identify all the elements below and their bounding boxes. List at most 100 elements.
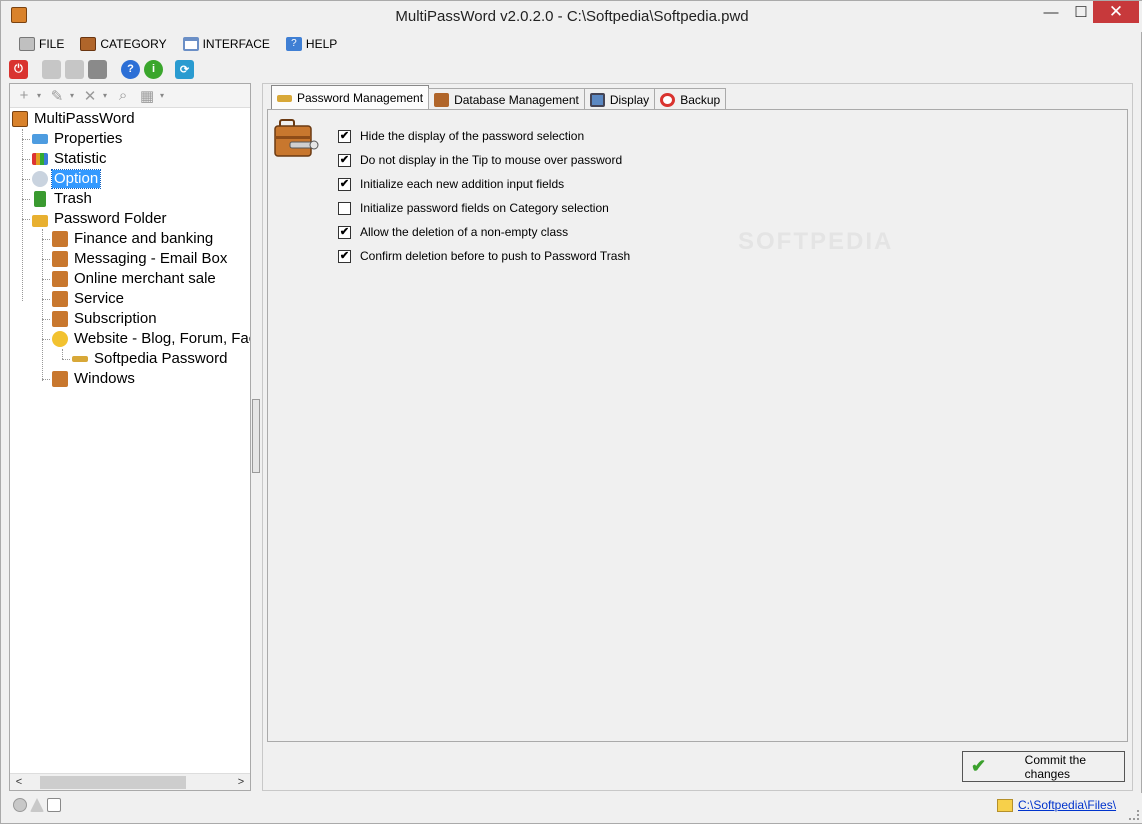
tab-database-management[interactable]: Database Management bbox=[428, 88, 585, 110]
tree-item-password-folder[interactable]: Password Folder bbox=[32, 209, 169, 229]
tree-item-label: Properties bbox=[54, 130, 123, 147]
app-icon bbox=[12, 111, 28, 127]
tree-item-properties[interactable]: Properties bbox=[32, 129, 124, 149]
edit-icon[interactable]: ✎ bbox=[46, 86, 68, 106]
key-icon bbox=[72, 356, 88, 362]
panel-splitter[interactable] bbox=[252, 399, 260, 473]
database-icon bbox=[434, 92, 450, 107]
minimize-button[interactable]: — bbox=[1034, 1, 1068, 23]
options-panel: Password Management Database Management … bbox=[262, 83, 1133, 791]
edit-dropdown-icon[interactable]: ▾ bbox=[70, 91, 74, 100]
grid-icon[interactable]: ▦ bbox=[136, 86, 158, 106]
application-window: MultiPassWord v2.0.2.0 - C:\Softpedia\So… bbox=[0, 0, 1142, 824]
briefcase-icon bbox=[52, 231, 68, 247]
add-icon[interactable]: + bbox=[13, 86, 35, 106]
option-initialize-new-fields[interactable]: ✔ Initialize each new addition input fie… bbox=[338, 172, 630, 196]
briefcase-icon bbox=[80, 37, 97, 51]
warning-icon[interactable] bbox=[30, 798, 44, 812]
tree-entry-softpedia-password[interactable]: Softpedia Password bbox=[72, 349, 229, 369]
option-hide-password-selection[interactable]: ✔ Hide the display of the password selec… bbox=[338, 124, 630, 148]
tab-label: Database Management bbox=[454, 92, 579, 107]
delete-dropdown-icon[interactable]: ▾ bbox=[103, 91, 107, 100]
print-icon[interactable] bbox=[42, 59, 61, 79]
main-toolbar: ⏻ ? i ⟳ bbox=[9, 58, 194, 80]
checkbox[interactable]: ✔ bbox=[338, 177, 351, 191]
scroll-right-icon[interactable]: > bbox=[234, 774, 248, 791]
tree-folder-label: Windows bbox=[74, 370, 135, 387]
tree-item-label: Option bbox=[50, 169, 102, 189]
close-button[interactable]: ✕ bbox=[1093, 1, 1139, 23]
briefcase-icon bbox=[52, 371, 68, 387]
tree-root[interactable]: MultiPassWord bbox=[12, 109, 137, 129]
tab-password-management[interactable]: Password Management bbox=[271, 85, 430, 110]
tab-display[interactable]: Display bbox=[583, 88, 656, 110]
tree-folder-label: Service bbox=[74, 290, 125, 307]
checkbox[interactable]: ✔ bbox=[338, 225, 351, 239]
menu-interface[interactable]: INTERFACE bbox=[182, 33, 278, 55]
lifebuoy-icon bbox=[660, 92, 676, 107]
tab-label: Backup bbox=[680, 92, 721, 107]
power-icon[interactable]: ⏻ bbox=[9, 59, 28, 79]
checkbox[interactable]: ✔ bbox=[338, 129, 351, 143]
option-allow-delete-nonempty[interactable]: ✔ Allow the deletion of a non-empty clas… bbox=[338, 220, 630, 244]
tree-folder-subscription[interactable]: Subscription bbox=[52, 309, 159, 329]
tab-backup[interactable]: Backup bbox=[654, 88, 727, 110]
horizontal-scrollbar[interactable]: < > bbox=[10, 773, 250, 790]
tree-folder-messaging[interactable]: Messaging - Email Box bbox=[52, 249, 229, 269]
tree-folder-label: Finance and banking bbox=[74, 230, 214, 247]
lock-icon bbox=[32, 215, 48, 227]
menu-file[interactable]: FILE bbox=[19, 33, 72, 55]
print-preview-icon[interactable] bbox=[65, 59, 84, 79]
tab-strip: Password Management Database Management … bbox=[271, 85, 727, 110]
option-initialize-on-category[interactable]: Initialize password fields on Category s… bbox=[338, 196, 630, 220]
checkbox[interactable] bbox=[338, 201, 351, 215]
message-icon[interactable] bbox=[47, 798, 61, 812]
globe-icon bbox=[52, 331, 68, 347]
refresh-icon[interactable]: ⟳ bbox=[175, 59, 194, 79]
tree-connector bbox=[42, 259, 50, 260]
option-no-tip-password[interactable]: ✔ Do not display in the Tip to mouse ove… bbox=[338, 148, 630, 172]
grid-dropdown-icon[interactable]: ▾ bbox=[160, 91, 164, 100]
menu-bar: FILE CATEGORY INTERFACE ? HELP bbox=[1, 33, 1142, 55]
add-dropdown-icon[interactable]: ▾ bbox=[37, 91, 41, 100]
tree-item-statistic[interactable]: Statistic bbox=[32, 149, 109, 169]
tree-item-trash[interactable]: Trash bbox=[32, 189, 94, 209]
title-bar: MultiPassWord v2.0.2.0 - C:\Softpedia\So… bbox=[1, 1, 1142, 32]
menu-category[interactable]: CATEGORY bbox=[80, 33, 174, 55]
menu-category-label: CATEGORY bbox=[100, 37, 167, 51]
menu-help[interactable]: ? HELP bbox=[285, 33, 345, 55]
tree-folder-windows[interactable]: Windows bbox=[52, 369, 137, 389]
commit-button[interactable]: ✔ Commit the changes bbox=[962, 751, 1125, 782]
option-confirm-deletion[interactable]: ✔ Confirm deletion before to push to Pas… bbox=[338, 244, 630, 268]
tree-folder-website[interactable]: Website - Blog, Forum, Fac bbox=[52, 329, 250, 349]
tree-connector bbox=[22, 199, 30, 200]
tree-folder-finance[interactable]: Finance and banking bbox=[52, 229, 215, 249]
briefcase-icon bbox=[52, 311, 68, 327]
trash-icon bbox=[34, 191, 46, 207]
help-icon[interactable]: ? bbox=[121, 59, 140, 79]
commit-button-label: Commit the changes bbox=[1024, 752, 1087, 781]
tree-item-option[interactable]: Option bbox=[32, 169, 102, 189]
option-label: Initialize each new addition input field… bbox=[360, 177, 565, 191]
tree-connector bbox=[22, 159, 30, 160]
checkbox[interactable]: ✔ bbox=[338, 153, 351, 167]
tree-folder-online-merchant[interactable]: Online merchant sale bbox=[52, 269, 218, 289]
export-icon[interactable] bbox=[88, 59, 107, 79]
tree-root-label: MultiPassWord bbox=[34, 110, 135, 127]
resize-grip-icon[interactable] bbox=[1129, 810, 1139, 820]
tree-folder-label: Website - Blog, Forum, Fac bbox=[74, 330, 250, 347]
delete-icon[interactable]: ✕ bbox=[79, 86, 101, 106]
key-icon bbox=[277, 94, 292, 102]
tree-item-label: Password Folder bbox=[54, 210, 167, 227]
tree-folder-service[interactable]: Service bbox=[52, 289, 126, 309]
menu-help-label: HELP bbox=[305, 37, 338, 51]
help-icon: ? bbox=[285, 37, 302, 51]
find-icon[interactable]: ⌕ bbox=[112, 86, 134, 106]
scroll-thumb[interactable] bbox=[40, 776, 186, 789]
info-icon[interactable] bbox=[13, 798, 27, 812]
info-icon[interactable]: i bbox=[144, 59, 163, 79]
status-path-link[interactable]: C:\Softpedia\Files\ bbox=[1018, 798, 1116, 812]
tree-connector bbox=[42, 229, 43, 381]
checkbox[interactable]: ✔ bbox=[338, 249, 351, 263]
scroll-left-icon[interactable]: < bbox=[12, 774, 26, 791]
